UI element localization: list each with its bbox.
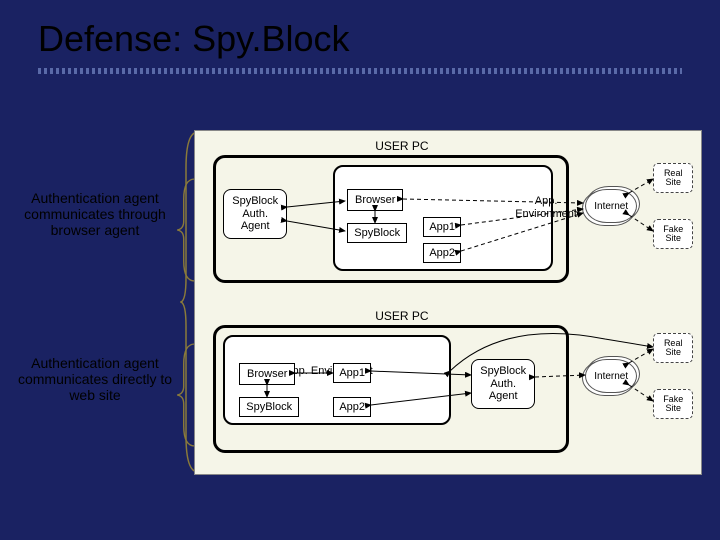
internet-cloud-b: Internet xyxy=(585,359,637,393)
app2-box-a: App2 xyxy=(423,243,461,263)
app1-box-a: App1 xyxy=(423,217,461,237)
app1-box-b: App1 xyxy=(333,363,371,383)
userpc-label-a: USER PC xyxy=(375,139,428,153)
title-underline xyxy=(38,68,682,74)
real-site-a: Real Site xyxy=(653,163,693,193)
caption-direct-to-site: Authentication agent communicates direct… xyxy=(10,355,180,403)
scenario-a: USER PC SpyBlock Auth. Agent App. Enviro… xyxy=(205,139,691,299)
fake-site-b: Fake Site xyxy=(653,389,693,419)
scenario-b: USER PC App. Environment Browser SpyBloc… xyxy=(205,309,691,469)
internet-cloud-a: Internet xyxy=(585,189,637,223)
userpc-label-b: USER PC xyxy=(375,309,428,323)
diagram-panel: USER PC SpyBlock Auth. Agent App. Enviro… xyxy=(194,130,702,475)
slide-title: Defense: Spy.Block xyxy=(0,0,720,68)
spyblock-auth-agent-b: SpyBlock Auth. Agent xyxy=(471,359,535,409)
caption-through-browser: Authentication agent communicates throug… xyxy=(10,190,180,238)
browser-box-b: Browser xyxy=(239,363,295,385)
spyblock-box-a: SpyBlock xyxy=(347,223,407,243)
spyblock-box-b: SpyBlock xyxy=(239,397,299,417)
browser-box-a: Browser xyxy=(347,189,403,211)
content-area: Authentication agent communicates throug… xyxy=(10,130,702,475)
real-site-b: Real Site xyxy=(653,333,693,363)
spyblock-auth-agent-a: SpyBlock Auth. Agent xyxy=(223,189,287,239)
app-env-label-a: App. Environment xyxy=(515,195,577,220)
captions-column: Authentication agent communicates throug… xyxy=(10,130,194,475)
fake-site-a: Fake Site xyxy=(653,219,693,249)
app2-box-b: App2 xyxy=(333,397,371,417)
